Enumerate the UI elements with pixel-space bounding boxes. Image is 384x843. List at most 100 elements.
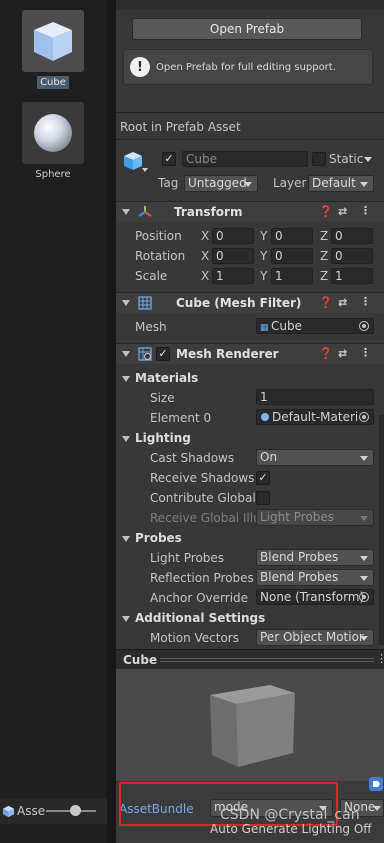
contribute-gi-label: Contribute Global I bbox=[150, 491, 264, 505]
position-label: Position bbox=[135, 229, 182, 243]
receive-gi-value: Light Probes bbox=[260, 510, 335, 524]
light-probes-dropdown[interactable]: Blend Probes bbox=[256, 549, 374, 566]
static-label[interactable]: Static bbox=[329, 152, 363, 166]
preview-header[interactable]: Cube ⋮ bbox=[116, 649, 384, 669]
foldout-icon[interactable] bbox=[122, 536, 130, 542]
rotation-y-field[interactable]: 0 bbox=[271, 248, 313, 264]
presets-icon[interactable]: ⇄ bbox=[338, 296, 347, 309]
foldout-icon[interactable] bbox=[122, 436, 130, 442]
rotation-label: Rotation bbox=[135, 249, 186, 263]
separator bbox=[116, 112, 384, 113]
axis-x-label[interactable]: X bbox=[201, 249, 209, 263]
reflection-probes-value: Blend Probes bbox=[260, 570, 339, 584]
reflection-probes-dropdown[interactable]: Blend Probes bbox=[256, 569, 374, 586]
layer-label: Layer bbox=[273, 176, 307, 190]
scale-y-field[interactable]: 1 bbox=[271, 268, 313, 284]
axis-z-label[interactable]: Z bbox=[320, 249, 328, 263]
foldout-icon[interactable] bbox=[122, 616, 130, 622]
motion-vectors-dropdown[interactable]: Per Object Motior bbox=[256, 629, 374, 646]
layer-dropdown[interactable]: Default bbox=[308, 175, 374, 192]
help-text: Open Prefab for full editing support. bbox=[156, 61, 336, 73]
zoom-slider-knob[interactable] bbox=[70, 805, 81, 816]
mesh-filter-header[interactable]: Cube (Mesh Filter) ❓ ⇄ ⋮ bbox=[116, 292, 384, 313]
material-icon bbox=[261, 413, 269, 421]
rotation-z-field[interactable]: 0 bbox=[331, 248, 373, 264]
foldout-icon[interactable] bbox=[122, 376, 130, 382]
cube-icon bbox=[2, 805, 15, 817]
mesh-object-field[interactable]: ▦ Cube bbox=[256, 318, 374, 334]
anchor-override-value: None (Transform) bbox=[260, 590, 365, 604]
anchor-override-field[interactable]: None (Transform) bbox=[256, 589, 374, 605]
chevron-down-icon[interactable] bbox=[364, 157, 372, 162]
axis-x-label[interactable]: X bbox=[201, 269, 209, 283]
tag-icon[interactable] bbox=[369, 777, 383, 791]
scale-z-field[interactable]: 1 bbox=[331, 268, 373, 284]
more-options-icon[interactable]: ⋮ bbox=[360, 204, 371, 217]
axis-z-label[interactable]: Z bbox=[320, 229, 328, 243]
axis-y-label[interactable]: Y bbox=[260, 229, 267, 243]
asset-cube[interactable]: Cube bbox=[22, 10, 84, 89]
element0-value: Default-Materi bbox=[272, 410, 359, 424]
materials-size-field[interactable]: 1 bbox=[256, 389, 374, 405]
material-object-field[interactable]: Default-Materi bbox=[256, 409, 374, 425]
preview-area[interactable] bbox=[116, 669, 384, 781]
axis-y-label[interactable]: Y bbox=[260, 249, 267, 263]
chevron-down-icon bbox=[360, 516, 368, 521]
receive-shadows-checkbox[interactable]: ✓ bbox=[256, 471, 270, 485]
help-icon[interactable]: ❓ bbox=[319, 296, 333, 309]
layer-value: Default bbox=[312, 176, 356, 190]
tag-value: Untagged bbox=[188, 176, 247, 190]
axis-z-label[interactable]: Z bbox=[320, 269, 328, 283]
receive-shadows-label: Receive Shadows bbox=[150, 471, 255, 485]
receive-gi-label: Receive Global Illu bbox=[150, 511, 261, 525]
rotation-x-field[interactable]: 0 bbox=[212, 248, 254, 264]
presets-icon[interactable]: ⇄ bbox=[338, 205, 347, 218]
receive-gi-dropdown: Light Probes bbox=[256, 509, 374, 526]
more-options-icon[interactable]: ⋮ bbox=[360, 295, 371, 308]
axis-x-label[interactable]: X bbox=[201, 229, 209, 243]
more-options-icon[interactable]: ⋮ bbox=[360, 346, 371, 359]
additional-settings-foldout[interactable]: Additional Settings bbox=[135, 611, 265, 625]
object-picker-icon[interactable] bbox=[359, 412, 369, 422]
axis-y-label[interactable]: Y bbox=[260, 269, 267, 283]
preview-drag-handle[interactable] bbox=[160, 658, 374, 662]
active-checkbox[interactable]: ✓ bbox=[162, 152, 176, 166]
transform-header[interactable]: Transform ❓ ⇄ ⋮ bbox=[116, 201, 384, 222]
foldout-icon bbox=[122, 209, 130, 215]
mesh-renderer-header[interactable]: ✓ Mesh Renderer ❓ ⇄ ⋮ bbox=[116, 343, 384, 364]
object-picker-icon[interactable] bbox=[359, 321, 369, 331]
materials-foldout[interactable]: Materials bbox=[135, 371, 198, 385]
probes-foldout[interactable]: Probes bbox=[135, 531, 182, 545]
object-name-field[interactable]: Cube bbox=[182, 151, 308, 167]
cube-preview[interactable] bbox=[116, 669, 384, 781]
static-checkbox[interactable] bbox=[312, 152, 326, 166]
position-y-field[interactable]: 0 bbox=[271, 228, 313, 244]
mesh-value: Cube bbox=[271, 319, 302, 333]
gameobject-icon[interactable] bbox=[122, 150, 148, 175]
chevron-down-icon bbox=[360, 556, 368, 561]
more-options-icon[interactable]: ⋮ bbox=[376, 652, 384, 665]
asset-label: Cube bbox=[37, 76, 69, 89]
mesh-renderer-enabled-checkbox[interactable]: ✓ bbox=[156, 347, 170, 361]
chevron-down-icon bbox=[360, 576, 368, 581]
mesh-label: Mesh bbox=[135, 320, 167, 334]
help-icon[interactable]: ❓ bbox=[319, 205, 333, 218]
panel-divider[interactable] bbox=[107, 0, 116, 843]
help-icon[interactable]: ❓ bbox=[319, 347, 333, 360]
size-label: Size bbox=[150, 391, 175, 405]
asset-sphere[interactable]: Sphere bbox=[22, 102, 84, 181]
foldout-icon bbox=[122, 300, 130, 306]
cast-shadows-dropdown[interactable]: On bbox=[256, 449, 374, 466]
open-prefab-button[interactable]: Open Prefab bbox=[132, 18, 362, 40]
lighting-foldout[interactable]: Lighting bbox=[135, 431, 191, 445]
inspector-top-strip bbox=[116, 0, 384, 10]
scale-x-field[interactable]: 1 bbox=[212, 268, 254, 284]
scrollbar[interactable] bbox=[379, 415, 384, 645]
presets-icon[interactable]: ⇄ bbox=[338, 347, 347, 360]
tag-dropdown[interactable]: Untagged bbox=[184, 175, 258, 192]
object-picker-icon[interactable] bbox=[359, 592, 369, 602]
transform-title: Transform bbox=[174, 205, 243, 219]
position-z-field[interactable]: 0 bbox=[331, 228, 373, 244]
position-x-field[interactable]: 0 bbox=[212, 228, 254, 244]
contribute-gi-checkbox[interactable] bbox=[256, 491, 270, 505]
